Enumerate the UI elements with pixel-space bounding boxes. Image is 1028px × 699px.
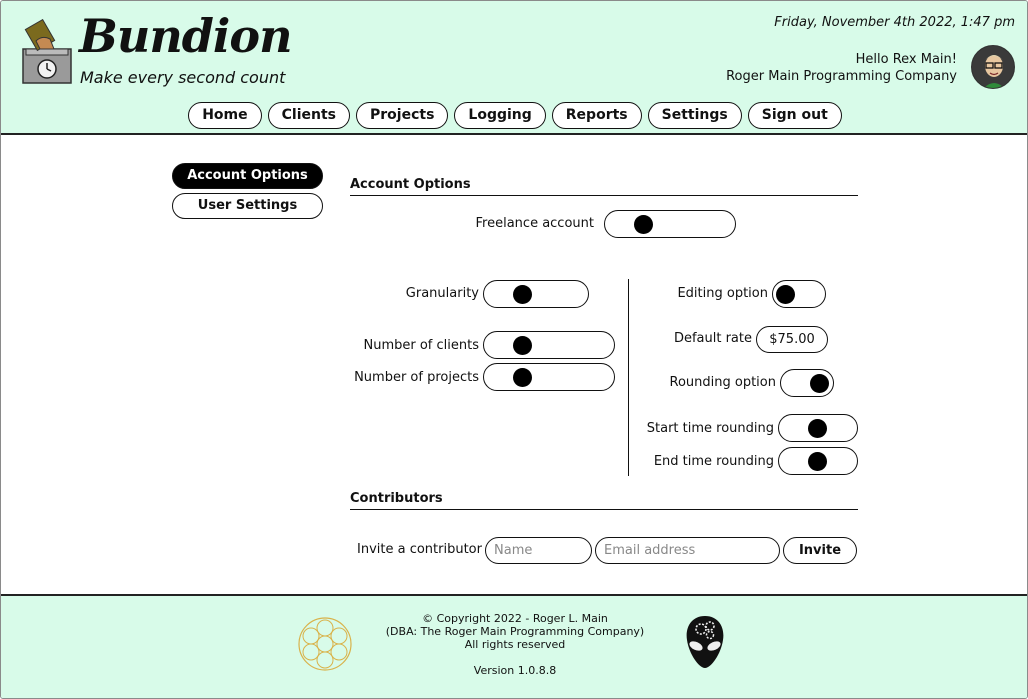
contributor-name-input[interactable] xyxy=(485,537,592,564)
alien-gears-logo-icon xyxy=(686,616,724,668)
nav-home-button[interactable]: Home xyxy=(188,102,262,129)
toggle-knob xyxy=(808,452,827,471)
toggle-knob xyxy=(810,374,829,393)
user-greeting-block: Hello Rex Main! Roger Main Programming C… xyxy=(726,51,957,85)
page-header: Bundion Make every second count Friday, … xyxy=(1,1,1027,135)
invite-button[interactable]: Invite xyxy=(783,537,857,564)
section-divider xyxy=(350,509,858,510)
rights-text: All rights reserved xyxy=(464,638,566,651)
contributor-email-input[interactable] xyxy=(595,537,780,564)
app-window: Bundion Make every second count Friday, … xyxy=(0,0,1028,699)
tagline: Make every second count xyxy=(80,68,286,87)
freelance-account-toggle[interactable] xyxy=(604,210,736,238)
section-divider xyxy=(350,195,858,196)
end-time-rounding-toggle[interactable] xyxy=(778,447,858,475)
start-time-rounding-toggle[interactable] xyxy=(778,414,858,442)
number-of-clients-label: Number of clients xyxy=(363,338,480,353)
number-of-projects-toggle[interactable] xyxy=(483,363,615,391)
nav-settings-button[interactable]: Settings xyxy=(647,102,742,129)
nav-reports-button[interactable]: Reports xyxy=(551,102,642,129)
toggle-knob xyxy=(634,215,653,234)
granularity-label: Granularity xyxy=(405,286,479,301)
freelance-account-label: Freelance account xyxy=(475,216,594,231)
toggle-knob xyxy=(808,419,827,438)
end-time-rounding-label: End time rounding xyxy=(653,454,774,469)
greeting-text: Hello Rex Main! xyxy=(855,52,957,67)
version-text: Version 1.0.8.8 xyxy=(473,664,557,677)
toggle-knob xyxy=(776,285,795,304)
rounding-option-label: Rounding option xyxy=(669,375,776,390)
contributors-heading: Contributors xyxy=(350,491,443,506)
sidebar-item-user-settings[interactable]: User Settings xyxy=(172,193,323,219)
brand-name: Bundion xyxy=(79,9,293,63)
current-datetime: Friday, November 4th 2022, 1:47 pm xyxy=(774,15,1015,30)
copyright-text: © Copyright 2022 - Roger L. Main xyxy=(422,612,608,625)
number-of-clients-toggle[interactable] xyxy=(483,331,615,359)
nav-sign-out-button[interactable]: Sign out xyxy=(747,102,842,129)
default-rate-field[interactable]: $75.00 xyxy=(756,326,828,353)
avatar[interactable] xyxy=(971,45,1015,89)
granularity-toggle[interactable] xyxy=(483,280,589,308)
user-portrait-icon xyxy=(972,46,1014,88)
start-time-rounding-label: Start time rounding xyxy=(646,421,774,436)
editing-option-label: Editing option xyxy=(677,286,768,301)
toggle-knob xyxy=(513,285,532,304)
invite-contributor-label: Invite a contributor xyxy=(357,542,482,557)
account-options-heading: Account Options xyxy=(350,177,471,192)
nav-logging-button[interactable]: Logging xyxy=(454,102,546,129)
page-footer: © Copyright 2022 - Roger L. Main (DBA: T… xyxy=(1,594,1027,698)
dba-text: (DBA: The Roger Main Programming Company… xyxy=(385,625,645,638)
column-divider xyxy=(628,279,629,476)
toggle-knob xyxy=(513,368,532,387)
main-nav: Home Clients Projects Logging Reports Se… xyxy=(1,102,1027,129)
ballot-box-logo-icon xyxy=(22,19,72,84)
nav-projects-button[interactable]: Projects xyxy=(356,102,449,129)
toggle-knob xyxy=(513,336,532,355)
default-rate-label: Default rate xyxy=(673,331,752,346)
company-name: Roger Main Programming Company xyxy=(726,69,957,84)
nav-clients-button[interactable]: Clients xyxy=(267,102,350,129)
sidebar-item-account-options[interactable]: Account Options xyxy=(172,163,323,189)
editing-option-toggle[interactable] xyxy=(772,280,826,308)
rounding-option-toggle[interactable] xyxy=(780,369,834,397)
number-of-projects-label: Number of projects xyxy=(354,370,479,385)
